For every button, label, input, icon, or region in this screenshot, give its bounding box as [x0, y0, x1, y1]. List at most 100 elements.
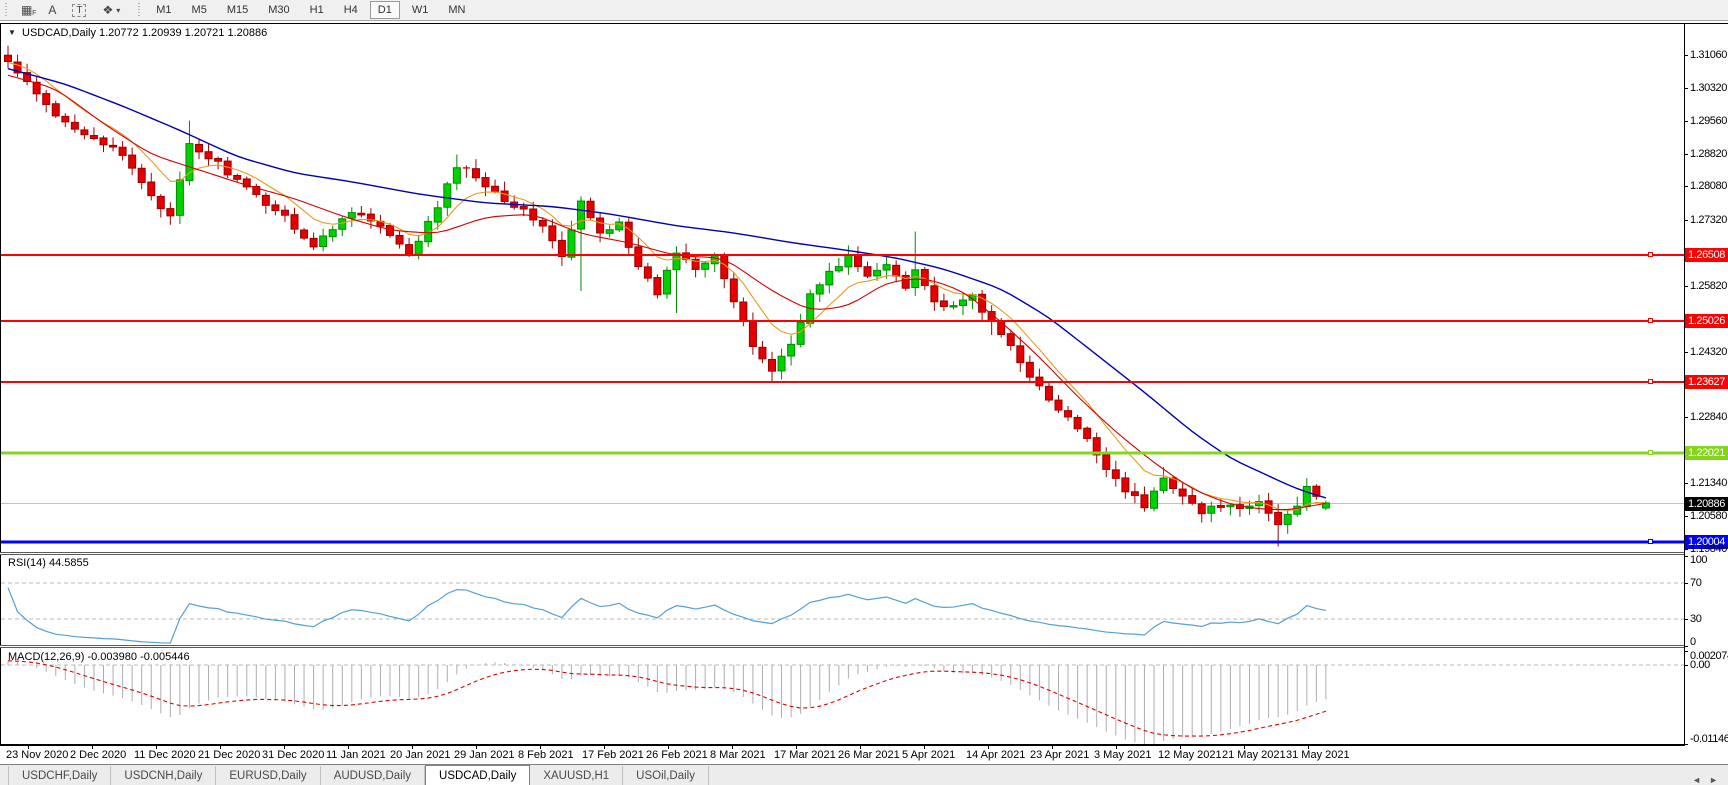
date-axis-label: 26 Feb 2021	[646, 749, 708, 761]
price-axis-label: 1.28080	[1690, 180, 1727, 192]
price-tick	[1684, 549, 1688, 550]
pane-splitter-rsi[interactable]	[0, 552, 1684, 555]
price-tick	[1684, 220, 1688, 221]
dropdown-caret-icon: ▾	[116, 5, 121, 15]
date-axis-label: 20 Jan 2021	[390, 749, 451, 761]
price-axis-label: 1.22840	[1690, 411, 1727, 423]
rsi-label: RSI(14) 44.5855	[8, 557, 89, 569]
icon-badge: F	[32, 10, 37, 17]
toolbar-grip[interactable]	[3, 2, 10, 18]
level-line-handle[interactable]	[1648, 450, 1653, 455]
price-axis-label: 1.21340	[1690, 477, 1727, 489]
styles-button-icon: ❖	[102, 3, 114, 17]
price-axis-label: 1.31060	[1690, 49, 1727, 61]
rsi-axis-label: 30	[1690, 613, 1702, 625]
chart-tab-eurusd-daily[interactable]: EURUSD,Daily	[216, 766, 321, 785]
date-axis-label: 11 Dec 2020	[134, 749, 196, 761]
timeframe-button-w1[interactable]: W1	[404, 1, 437, 19]
rsi-axis-label: 0	[1690, 636, 1696, 648]
cursor-button-icon: A	[48, 3, 57, 17]
styles-button[interactable]: ❖ ▾	[96, 1, 126, 19]
toolbar-tools: ▦ F A T ❖ ▾	[13, 1, 128, 19]
date-axis-label: 5 Apr 2021	[902, 749, 956, 761]
price-axis-label: 1.24320	[1690, 346, 1727, 358]
tab-scroll-buttons: ◄ ►	[1692, 775, 1728, 785]
pane-splitter-macd[interactable]	[0, 645, 1684, 648]
chart-window[interactable]	[0, 23, 1728, 746]
level-line-handle[interactable]	[1648, 252, 1653, 257]
price-axis-label: 1.25820	[1690, 280, 1727, 292]
chart-tab-usdcad-daily[interactable]: USDCAD,Daily	[425, 765, 531, 785]
price-axis-label: 1.30320	[1690, 82, 1727, 94]
toolbar: ▦ F A T ❖ ▾ M1 M5 M15 M30 H1 H4 D1 W1 MN	[0, 0, 1728, 21]
chart-tab-usdcnh-daily[interactable]: USDCNH,Daily	[111, 766, 217, 785]
price-tick	[1684, 286, 1688, 287]
text-label-button-icon: T	[72, 3, 87, 17]
date-axis-label: 3 May 2021	[1094, 749, 1152, 761]
price-axis-label: 1.20580	[1690, 510, 1727, 522]
chart-tab-audusd-daily[interactable]: AUDUSD,Daily	[321, 766, 426, 785]
rsi-tick	[1684, 556, 1688, 557]
timeframe-button-m30[interactable]: M30	[260, 1, 297, 19]
price-tick	[1684, 88, 1688, 89]
rsi-tick	[1684, 583, 1688, 584]
macd-axis-label: 0.00	[1690, 659, 1710, 671]
date-axis-label: 17 Feb 2021	[582, 749, 644, 761]
timeframe-button-d1[interactable]: D1	[369, 1, 400, 19]
chart-border-bottom	[0, 744, 1685, 746]
date-axis-label: 8 Feb 2021	[518, 749, 574, 761]
terminal-window: ▦ F A T ❖ ▾ M1 M5 M15 M30 H1 H4 D1 W1 MN ▼ USDCAD,Dai…	[0, 0, 1728, 785]
chart-tab-xauusd-h1[interactable]: XAUUSD,H1	[530, 766, 624, 785]
text-label-button[interactable]: T	[66, 1, 92, 19]
timeframe-button-mn[interactable]: MN	[440, 1, 473, 19]
date-axis-label: 8 Mar 2021	[710, 749, 766, 761]
date-axis-label: 17 Mar 2021	[774, 749, 836, 761]
macd-label: MACD(12,26,9) -0.003980 -0.005446	[8, 651, 190, 663]
chart-border-left	[0, 24, 1, 746]
symbol-dropdown-arrow[interactable]: ▼	[8, 28, 16, 37]
chart-tab-usdchf-daily[interactable]: USDCHF,Daily	[8, 766, 112, 785]
date-axis-label: 31 May 2021	[1286, 749, 1350, 761]
current-price-badge: 1.20886	[1685, 496, 1728, 511]
level-badge-1.26508: 1.26508	[1685, 248, 1728, 262]
price-axis-label: 1.27320	[1690, 214, 1727, 226]
price-tick	[1684, 154, 1688, 155]
date-axis-label: 11 Jan 2021	[326, 749, 386, 761]
chart-tab-usoil-daily[interactable]: USOil,Daily	[623, 766, 709, 785]
price-tick	[1684, 516, 1688, 517]
price-tick	[1684, 483, 1688, 484]
templates-button-icon: ▦	[21, 3, 33, 17]
tab-scroll-right-icon[interactable]: ►	[1709, 775, 1718, 785]
timeframe-button-h4[interactable]: H4	[336, 1, 366, 19]
timeframe-button-h1[interactable]: H1	[302, 1, 332, 19]
macd-tick	[1684, 665, 1688, 666]
level-badge-1.25026: 1.25026	[1685, 314, 1728, 328]
timeframe-button-m15[interactable]: M15	[219, 1, 256, 19]
price-tick	[1684, 186, 1688, 187]
timeframe-button-m1[interactable]: M1	[148, 1, 179, 19]
timeframe-button-m5[interactable]: M5	[184, 1, 215, 19]
rsi-tick	[1684, 646, 1688, 647]
rsi-tick	[1684, 619, 1688, 620]
date-axis-label: 23 Apr 2021	[1030, 749, 1090, 761]
date-axis-label: 12 May 2021	[1158, 749, 1222, 761]
level-line-handle[interactable]	[1648, 379, 1653, 384]
price-tick	[1684, 417, 1688, 418]
price-axis-label: 1.29560	[1690, 115, 1727, 127]
level-badge-1.23627: 1.23627	[1685, 375, 1728, 389]
rsi-axis-label: 100	[1690, 554, 1708, 566]
date-axis-label: 21 Dec 2020	[198, 749, 261, 761]
price-tick	[1684, 121, 1688, 122]
chart-title-ohlc: USDCAD,Daily 1.20772 1.20939 1.20721 1.2…	[22, 27, 268, 39]
cursor-button[interactable]: A	[42, 1, 62, 19]
timeframe-buttons: M1 M5 M15 M30 H1 H4 D1 W1 MN	[146, 1, 475, 19]
date-axis-label: 26 Mar 2021	[838, 749, 900, 761]
templates-button[interactable]: ▦ F	[15, 1, 38, 19]
level-line-handle[interactable]	[1648, 539, 1653, 544]
level-line-handle[interactable]	[1648, 318, 1653, 323]
date-axis-label: 21 May 2021	[1222, 749, 1286, 761]
price-tick	[1684, 55, 1688, 56]
tab-scroll-left-icon[interactable]: ◄	[1692, 775, 1701, 785]
date-axis-label: 23 Nov 2020	[6, 749, 69, 761]
toolbar-grip-2[interactable]	[136, 2, 144, 18]
